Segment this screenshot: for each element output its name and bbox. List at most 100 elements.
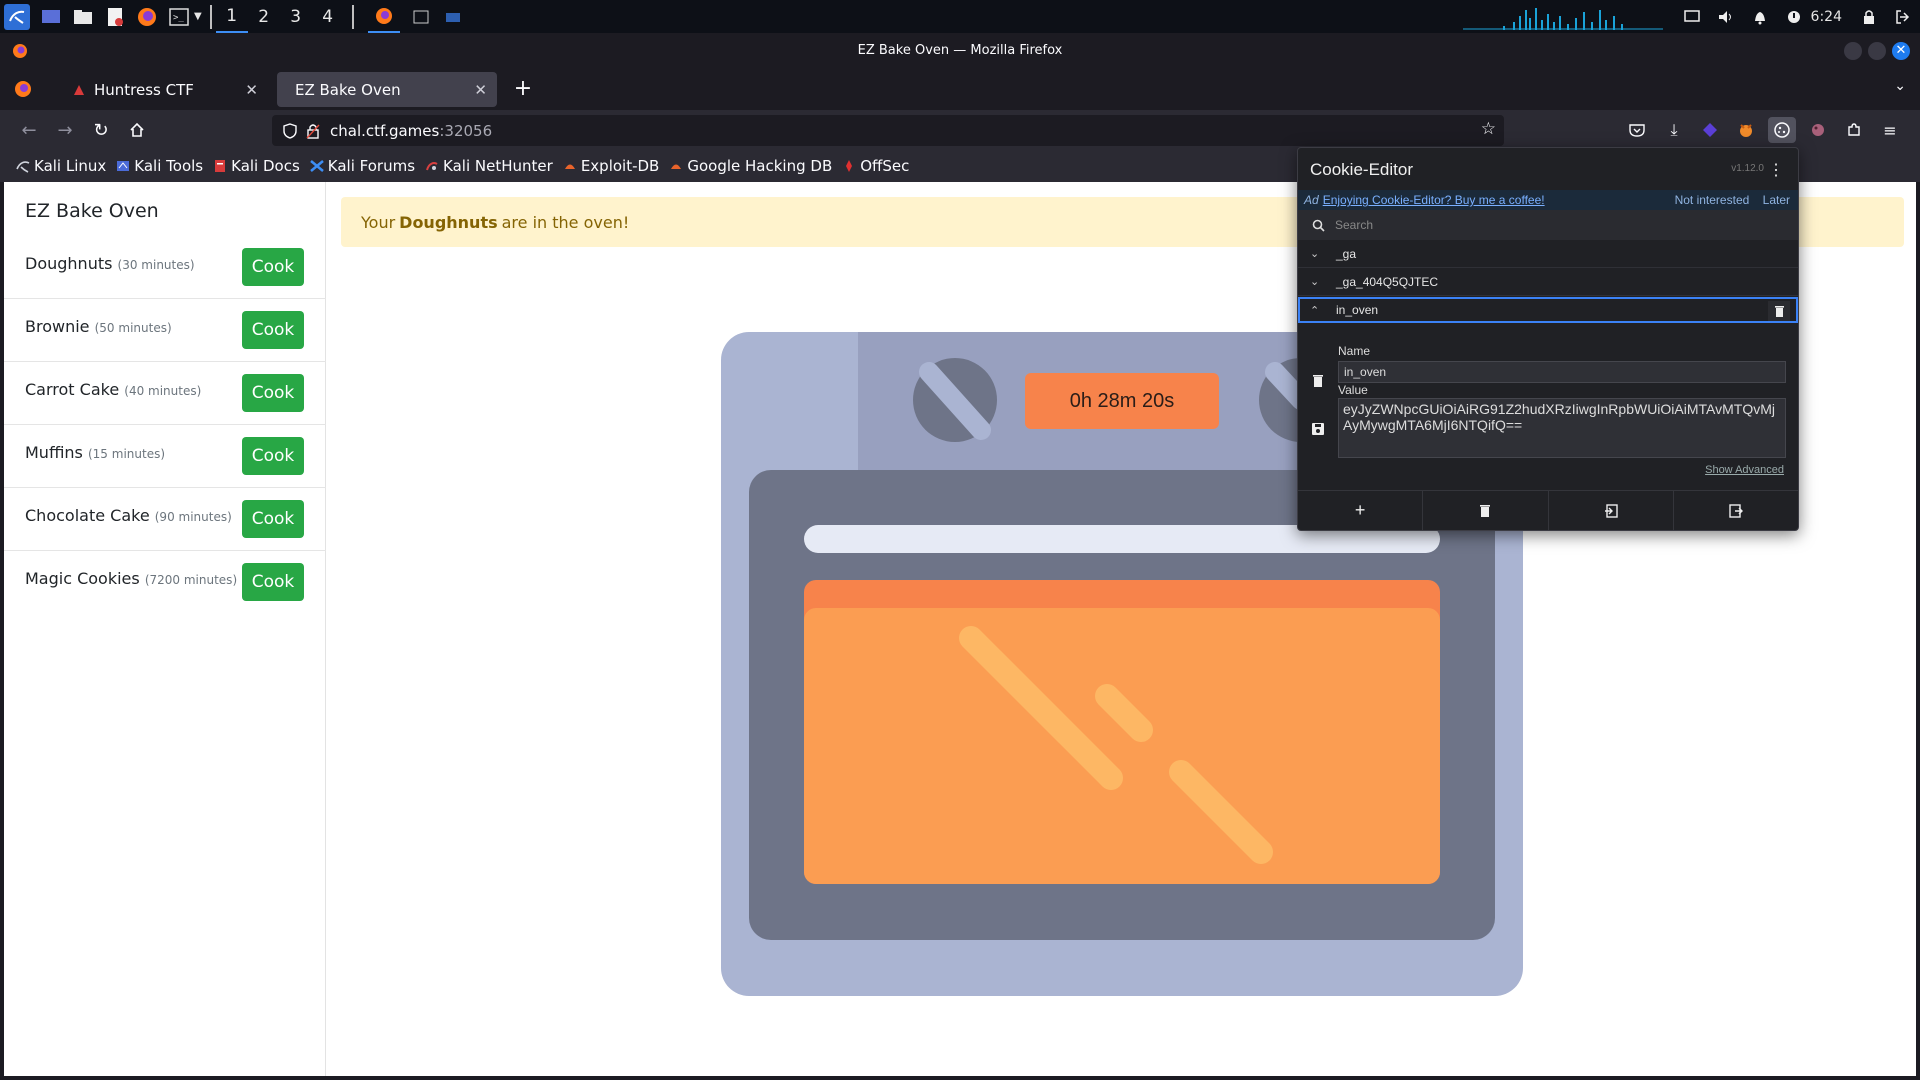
kali-docs-icon <box>215 160 226 172</box>
workspace-1[interactable]: 1 <box>215 0 248 33</box>
list-all-tabs-icon[interactable]: ⌄ <box>1894 78 1906 94</box>
cookie-row-in-oven[interactable]: ⌃ in_oven <box>1298 297 1798 323</box>
ad-link[interactable]: Enjoying Cookie-Editor? Buy me a coffee! <box>1323 193 1545 207</box>
url-bar[interactable]: chal.ctf.games:32056 ☆ <box>272 115 1504 146</box>
show-advanced-link[interactable]: Show Advanced <box>1705 464 1784 476</box>
volume-icon[interactable] <box>1709 0 1743 33</box>
export-button[interactable] <box>1674 491 1798 530</box>
search-input[interactable]: Search <box>1335 218 1373 232</box>
close-window-button[interactable]: ✕ <box>1892 42 1910 60</box>
delete-cookie-icon[interactable] <box>1768 301 1790 321</box>
chevron-down-icon[interactable]: ▼ <box>194 11 202 22</box>
network-graph <box>1462 7 1663 30</box>
trash-icon[interactable] <box>1312 374 1324 392</box>
back-button[interactable]: ← <box>14 116 44 144</box>
folder-window-icon[interactable] <box>442 6 464 28</box>
extension-purple-icon[interactable] <box>1696 117 1724 143</box>
extension-foxy-icon[interactable] <box>1732 117 1760 143</box>
workspace-2[interactable]: 2 <box>248 0 280 33</box>
cook-button-brownie[interactable]: Cook <box>242 311 304 349</box>
new-tab-button[interactable]: + <box>508 74 538 104</box>
cook-button-carrot-cake[interactable]: Cook <box>242 374 304 412</box>
bookmark-kali-nethunter[interactable]: Kali NetHunter <box>425 157 553 175</box>
cookie-editor-extension-icon[interactable] <box>1768 117 1796 143</box>
cookie-name-field[interactable]: in_oven <box>1338 361 1786 383</box>
terminal-window-icon[interactable] <box>410 6 432 28</box>
kali-tools-icon <box>117 161 130 171</box>
recipe-item-doughnuts: Doughnuts (30 minutes) Cook <box>4 236 326 299</box>
cook-button-muffins[interactable]: Cook <box>242 437 304 475</box>
text-editor-icon[interactable] <box>104 6 126 28</box>
chevron-down-icon[interactable]: ⌄ <box>1310 275 1326 288</box>
terminal-icon[interactable]: >_ <box>168 6 190 28</box>
import-button[interactable] <box>1549 491 1674 530</box>
logout-icon[interactable] <box>1886 0 1920 33</box>
forward-button[interactable]: → <box>50 116 80 144</box>
chevron-down-icon[interactable]: ⌄ <box>1310 247 1326 260</box>
cookie-name: in_oven <box>1336 303 1379 317</box>
cookie-row-ga-404q5qjtec[interactable]: ⌄ _ga_404Q5QJTEC <box>1298 268 1798 296</box>
cook-button-magic-cookies[interactable]: Cook <box>242 563 304 601</box>
tab-label: EZ Bake Oven <box>295 80 401 99</box>
recipe-time: (30 minutes) <box>117 258 195 272</box>
panel-separator <box>209 4 212 29</box>
cook-button-chocolate-cake[interactable]: Cook <box>242 500 304 538</box>
tracking-protection-shield-icon[interactable] <box>282 122 298 139</box>
close-tab-icon[interactable]: ✕ <box>245 81 258 99</box>
firefox-window-icon[interactable] <box>367 0 400 33</box>
downloads-icon[interactable]: ⤓ <box>1660 117 1688 143</box>
bookmark-exploit-db[interactable]: Exploit-DB <box>563 157 659 175</box>
bookmark-kali-tools[interactable]: Kali Tools <box>116 157 203 175</box>
delete-all-button[interactable] <box>1423 491 1549 530</box>
kebab-menu-icon[interactable]: ⋮ <box>1768 160 1784 180</box>
firefox-icon[interactable] <box>136 6 158 28</box>
system-panel: >_ ▼ 1 2 3 4 6:24 <box>0 0 1920 33</box>
tab-ez-bake-oven[interactable]: EZ Bake Oven ✕ <box>277 72 497 107</box>
bookmark-kali-docs[interactable]: Kali Docs <box>213 157 300 175</box>
clock[interactable]: 6:24 <box>1811 9 1842 25</box>
workspace-4[interactable]: 4 <box>312 0 344 33</box>
desktop-icon[interactable] <box>40 6 62 28</box>
cookie-search[interactable]: Search <box>1298 210 1798 240</box>
add-cookie-button[interactable]: + <box>1298 491 1424 530</box>
bookmark-star-icon[interactable]: ☆ <box>1481 119 1496 139</box>
lock-icon[interactable] <box>1852 0 1886 33</box>
recipe-time: (40 minutes) <box>124 384 202 398</box>
reload-button[interactable]: ↻ <box>86 116 116 144</box>
recipe-time: (15 minutes) <box>87 447 166 461</box>
bookmark-offsec[interactable]: OffSec <box>842 157 909 175</box>
firefox-view-icon[interactable] <box>14 80 34 100</box>
not-interested-button[interactable]: Not interested <box>1675 193 1750 207</box>
save-icon[interactable] <box>1312 422 1324 440</box>
notification-bell-icon[interactable] <box>1743 0 1777 33</box>
close-tab-icon[interactable]: ✕ <box>474 81 487 99</box>
exploit-db-icon <box>564 164 575 169</box>
workspace-3[interactable]: 3 <box>280 0 312 33</box>
power-status-icon[interactable] <box>1777 0 1811 33</box>
huntress-favicon-icon <box>74 84 84 95</box>
bookmark-kali-linux[interactable]: Kali Linux <box>16 157 106 175</box>
nethunter-icon <box>426 162 438 171</box>
maximize-button[interactable] <box>1868 42 1886 60</box>
extension-cookies-icon[interactable] <box>1804 117 1832 143</box>
chevron-up-icon[interactable]: ⌃ <box>1310 304 1326 317</box>
cook-button-doughnuts[interactable]: Cook <box>242 248 304 286</box>
pocket-icon[interactable] <box>1623 117 1651 143</box>
cookie-value-field[interactable]: eyJyZWNpcGUiOiAiRG91Z2hudXRzIiwgInRpbWUi… <box>1338 398 1786 458</box>
later-button[interactable]: Later <box>1763 193 1790 207</box>
extensions-puzzle-icon[interactable] <box>1840 117 1868 143</box>
bookmark-kali-forums[interactable]: Kali Forums <box>309 157 415 175</box>
name-label: Name <box>1338 344 1371 358</box>
bookmark-google-hacking-db[interactable]: Google Hacking DB <box>669 157 832 175</box>
insecure-lock-icon[interactable] <box>306 123 320 139</box>
ad-tag: Ad <box>1304 193 1319 207</box>
home-button[interactable] <box>122 116 152 144</box>
kali-menu-icon[interactable] <box>4 3 30 30</box>
display-icon[interactable] <box>1675 0 1709 33</box>
cookie-row-ga[interactable]: ⌄ _ga <box>1298 240 1798 268</box>
minimize-button[interactable] <box>1844 42 1862 60</box>
system-tray: 6:24 <box>1462 0 1920 33</box>
tab-huntress-ctf[interactable]: Huntress CTF ✕ <box>54 72 268 107</box>
file-manager-icon[interactable] <box>72 6 94 28</box>
app-menu-icon[interactable]: ≡ <box>1876 117 1904 143</box>
